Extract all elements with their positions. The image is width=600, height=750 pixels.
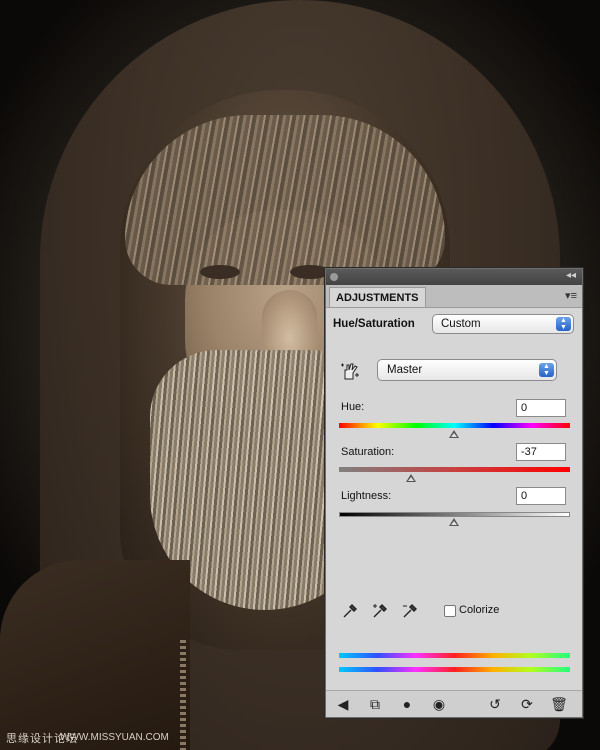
channel-select[interactable]: Master ▲ ▼ — [377, 359, 557, 381]
targeted-adjustment-icon[interactable] — [339, 361, 361, 381]
lightness-slider-thumb[interactable] — [449, 518, 459, 526]
back-arrow-icon[interactable]: ◀ — [334, 695, 352, 713]
eyedropper-subtract-icon[interactable] — [401, 602, 419, 620]
clip-to-layer-icon[interactable]: ⧉ — [366, 695, 384, 713]
layer-mask-icon[interactable]: ● — [398, 695, 416, 713]
previous-state-icon[interactable]: ↺ — [486, 695, 504, 713]
chevron-updown-icon: ▲ ▼ — [539, 363, 554, 377]
eyedropper-icon[interactable] — [341, 602, 359, 620]
watermark-url: WWW.MISSYUAN.COM — [60, 732, 169, 743]
bottom-toolbar: ◀ ⧉ ● ◉ ↺ ⟳ 🗑 — [326, 690, 582, 717]
coat — [0, 560, 190, 750]
trash-icon[interactable]: 🗑 — [550, 695, 568, 713]
hue-slider-thumb[interactable] — [449, 430, 459, 438]
eye — [200, 265, 240, 279]
lightness-slider-track[interactable] — [339, 512, 570, 517]
saturation-label: Saturation: — [341, 446, 395, 458]
colorize-checkbox[interactable] — [444, 605, 456, 617]
menu-icon[interactable]: ▾≡ — [565, 289, 577, 302]
preset-value: Custom — [441, 318, 481, 330]
saturation-slider-track[interactable] — [339, 467, 570, 472]
watermark: 思缘设计论坛 WWW.MISSYUAN.COM — [0, 726, 600, 750]
visibility-eye-icon[interactable]: ◉ — [430, 695, 448, 713]
panel-titlebar[interactable]: ◂◂ — [326, 269, 582, 285]
eye — [290, 265, 330, 279]
tab-row: ADJUSTMENTS ▾≡ — [326, 285, 582, 308]
lightness-label: Lightness: — [341, 490, 392, 502]
hue-input[interactable]: 0 — [516, 399, 566, 417]
eyedropper-add-icon[interactable] — [371, 602, 389, 620]
adjusted-spectrum-bar — [339, 667, 570, 672]
hue-label: Hue: — [341, 401, 365, 413]
adjustment-title: Hue/Saturation — [333, 318, 415, 330]
adjustments-panel: ◂◂ ADJUSTMENTS ▾≡ Hue/Saturation Custom … — [325, 268, 583, 718]
hue-spectrum-bar — [339, 653, 570, 658]
collapse-icon[interactable]: ◂◂ — [566, 270, 576, 281]
channel-value: Master — [387, 364, 423, 376]
lightness-input[interactable]: 0 — [516, 487, 566, 505]
close-icon[interactable] — [330, 273, 338, 281]
hair — [125, 115, 445, 285]
saturation-slider-thumb[interactable] — [406, 474, 416, 482]
tab-adjustments[interactable]: ADJUSTMENTS — [329, 287, 426, 307]
colorize-label: Colorize — [459, 604, 500, 616]
reset-icon[interactable]: ⟳ — [518, 695, 536, 713]
hue-slider-track[interactable] — [339, 423, 570, 428]
preset-select[interactable]: Custom ▲ ▼ — [432, 314, 574, 334]
saturation-input[interactable]: -37 — [516, 443, 566, 461]
chevron-updown-icon: ▲ ▼ — [556, 317, 571, 331]
